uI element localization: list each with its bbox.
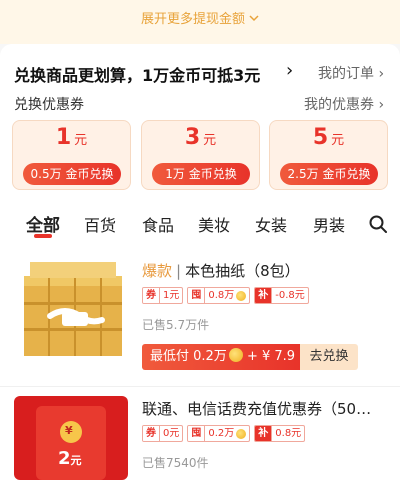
expand-withdraw-link[interactable]: 展开更多提现金额 [0, 8, 400, 27]
product-title[interactable]: 联通、电信话费充值优惠券（50… [142, 398, 371, 419]
sold-count: 已售5.7万件 [142, 318, 210, 332]
coin-tag: 囤 0.8万 [187, 287, 251, 304]
credit-value: 2元 [58, 448, 82, 469]
tab-all[interactable]: 全部 [26, 211, 60, 236]
go-exchange-button[interactable]: 去兑换 [300, 344, 358, 370]
coin-tag: 囤 0.2万 [187, 425, 251, 442]
coupon-amount: 5元 [312, 125, 345, 150]
coupon-tag: 券 1元 [142, 287, 184, 304]
yen-symbol: ¥ [65, 424, 73, 437]
coin-icon [228, 348, 243, 362]
my-coupons-link[interactable]: 我的优惠券 › [304, 94, 384, 114]
product-name: 本色抽纸（8包） [185, 262, 300, 280]
coupon-amount: 1元 [55, 125, 88, 150]
coupon-tag: 券 0元 [142, 425, 184, 442]
search-icon[interactable] [368, 214, 388, 234]
active-tab-indicator [34, 234, 52, 238]
title-separator: | [176, 262, 182, 280]
exchange-card: 兑换商品更划算，1万金币可抵3元 › 我的订单 › 兑换优惠券 我的优惠券 › … [0, 44, 400, 480]
hot-badge: 爆款 [142, 262, 173, 280]
coupon-3yuan[interactable]: 3元 1万 金币兑换 [141, 120, 260, 190]
category-tabs: 全部 百货 食品 美妆 女装 男装 [0, 208, 400, 240]
product-title[interactable]: 爆款 | 本色抽纸（8包） [142, 260, 300, 281]
divider [0, 386, 400, 387]
promo-title[interactable]: 兑换商品更划算，1万金币可抵3元 [14, 62, 260, 86]
tab-mens[interactable]: 男装 [313, 212, 345, 236]
tab-general[interactable]: 百货 [84, 212, 116, 236]
expand-label: 展开更多提现金额 [140, 12, 245, 27]
tab-womens[interactable]: 女装 [255, 212, 287, 236]
sold-count: 已售7540件 [142, 456, 209, 470]
chevron-down-icon [249, 11, 259, 26]
tissue-product-image[interactable] [20, 258, 126, 358]
subsidy-tag: 补 0.8元 [254, 425, 306, 442]
product-tags: 券 0元 囤 0.2万 补 0.8元 [142, 425, 306, 443]
phone-credit-image[interactable]: ¥ 2元 [14, 396, 128, 480]
product-name: 联通、电信话费充值优惠券（50… [142, 400, 372, 418]
lowest-price: 最低付 0.2万 + ¥ 7.9 [142, 344, 300, 370]
coin-icon [236, 428, 247, 439]
coupon-section-label: 兑换优惠券 [14, 97, 84, 113]
coupon-amount: 3元 [184, 125, 217, 150]
coupon-exchange-button[interactable]: 0.5万 金币兑换 [23, 163, 121, 185]
product-tags: 券 1元 囤 0.8万 补 -0.8元 [142, 287, 309, 305]
withdraw-band: 展开更多提现金额 [0, 0, 400, 44]
coin-icon [236, 290, 247, 301]
subsidy-tag: 补 -0.8元 [254, 287, 309, 304]
my-orders-link[interactable]: 我的订单 › [318, 63, 384, 83]
exchange-cta[interactable]: 最低付 0.2万 + ¥ 7.9 去兑换 [142, 344, 358, 370]
coupon-5yuan[interactable]: 5元 2.5万 金币兑换 [269, 120, 388, 190]
coupon-exchange-button[interactable]: 1万 金币兑换 [152, 163, 250, 185]
chevron-right-icon[interactable]: › [286, 60, 293, 81]
coupon-1yuan[interactable]: 1元 0.5万 金币兑换 [12, 120, 131, 190]
coupon-exchange-button[interactable]: 2.5万 金币兑换 [280, 163, 378, 185]
tab-food[interactable]: 食品 [142, 212, 174, 236]
tab-beauty[interactable]: 美妆 [198, 212, 230, 236]
